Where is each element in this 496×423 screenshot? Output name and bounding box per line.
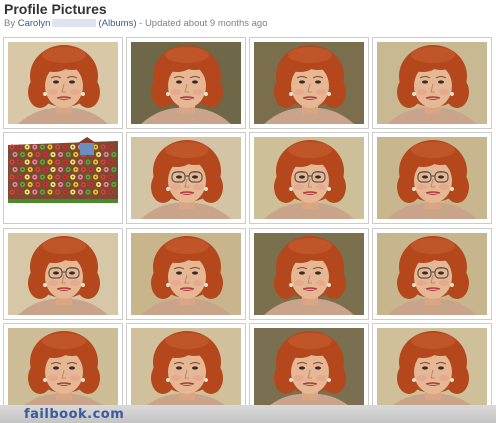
photo-thumbnail[interactable] (3, 323, 123, 415)
portrait-image (8, 42, 118, 124)
portrait-image (8, 328, 118, 410)
portrait-image (131, 137, 241, 219)
farm-game-image (8, 137, 118, 219)
photo-thumbnail[interactable] (372, 228, 492, 320)
portrait-image (254, 42, 364, 124)
photo-thumbnail[interactable] (372, 37, 492, 129)
author-link[interactable]: Carolyn (18, 18, 51, 29)
portrait-image (131, 42, 241, 124)
portrait-image (131, 328, 241, 410)
portrait-image (254, 328, 364, 410)
photo-thumbnail[interactable] (126, 323, 246, 415)
portrait-image (377, 137, 487, 219)
portrait-image (254, 233, 364, 315)
photo-thumbnail[interactable] (126, 228, 246, 320)
page-title: Profile Pictures (4, 1, 107, 17)
portrait-image (377, 328, 487, 410)
photo-thumbnail[interactable] (3, 37, 123, 129)
byline-prefix: By (4, 18, 16, 29)
watermark-text: failbook.com (24, 407, 125, 422)
portrait-image (377, 42, 487, 124)
albums-link[interactable]: (Albums) (98, 18, 136, 29)
photo-thumbnail[interactable] (372, 323, 492, 415)
portrait-image (131, 233, 241, 315)
updated-text: - Updated about 9 months ago (139, 18, 268, 29)
redacted-surname (52, 19, 97, 27)
photo-thumbnail[interactable] (126, 132, 246, 224)
portrait-image (8, 233, 118, 315)
photo-thumbnail[interactable] (249, 228, 369, 320)
photo-thumbnail[interactable] (3, 132, 123, 224)
photo-thumbnail[interactable] (3, 228, 123, 320)
photo-thumbnail[interactable] (372, 132, 492, 224)
photo-thumbnail[interactable] (249, 37, 369, 129)
album-header: Profile Pictures By Carolyn (Albums) - Up… (4, 1, 492, 30)
photo-thumbnail[interactable] (249, 132, 369, 224)
portrait-image (254, 137, 364, 219)
photo-thumbnail[interactable] (249, 323, 369, 415)
byline: By Carolyn (Albums) - Updated about 9 mon… (4, 17, 492, 30)
portrait-image (377, 233, 487, 315)
photo-thumbnail[interactable] (126, 37, 246, 129)
